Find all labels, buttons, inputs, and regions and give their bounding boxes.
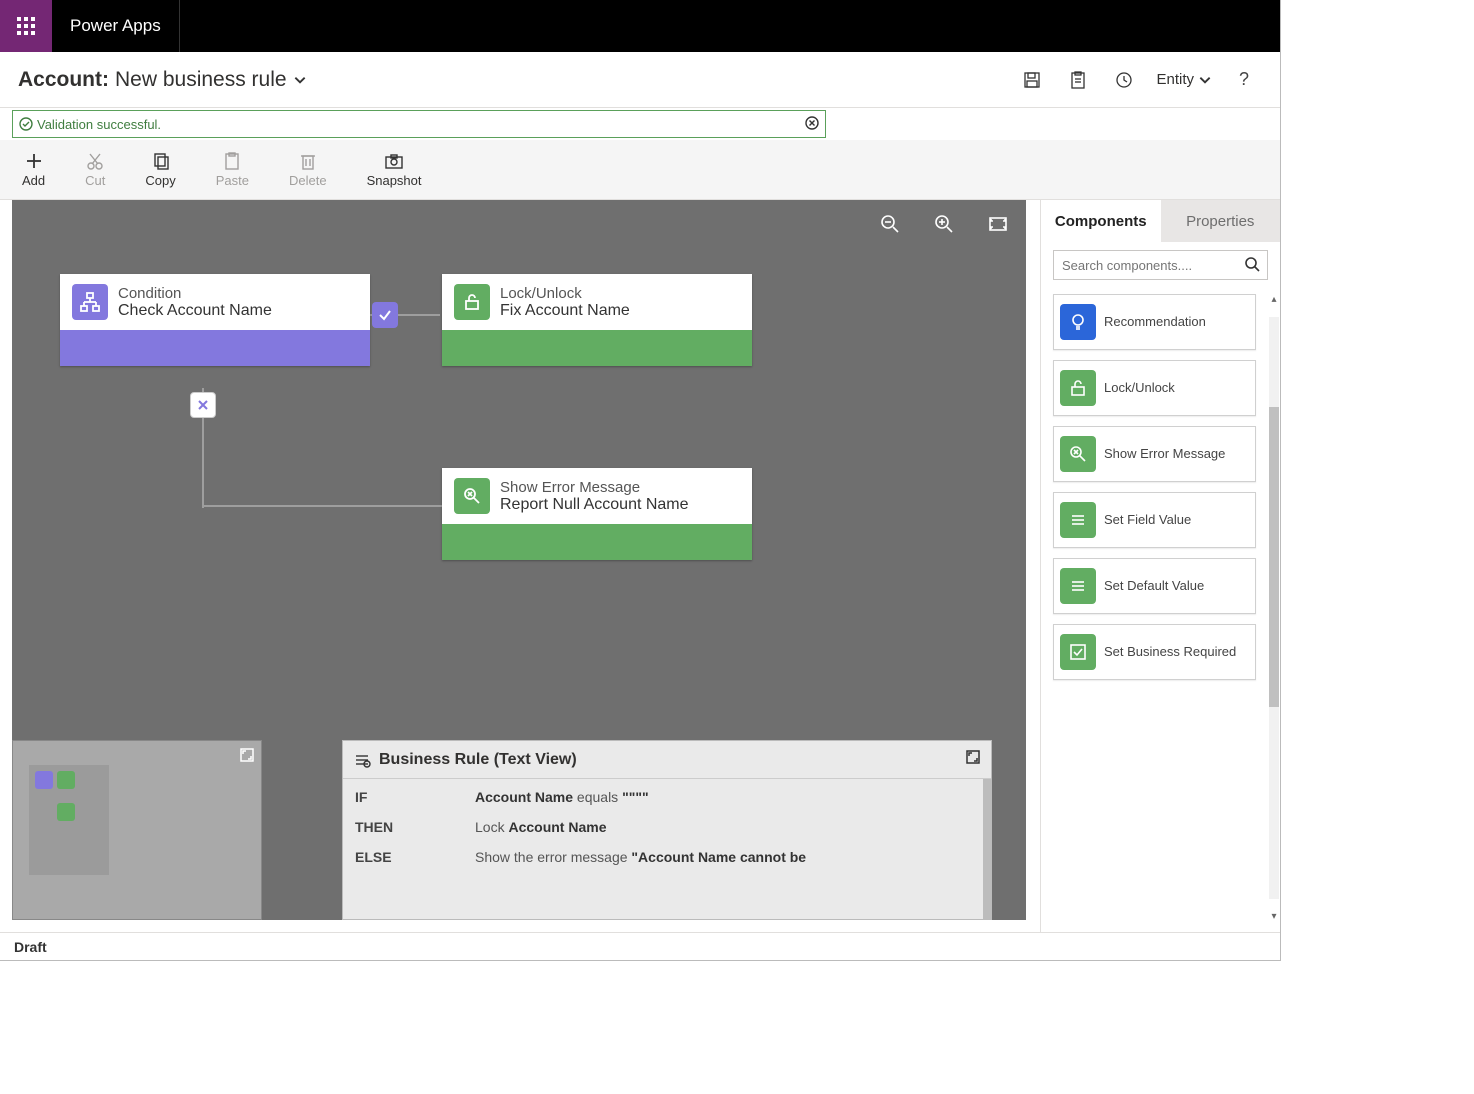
help-button[interactable]: ?: [1226, 62, 1262, 98]
cut-button: Cut: [85, 151, 105, 188]
clock-icon[interactable]: [1106, 62, 1142, 98]
node-drop-zone[interactable]: [60, 330, 370, 366]
app-title: Power Apps: [52, 0, 180, 52]
component-set-business-required[interactable]: Set Business Required: [1053, 624, 1256, 680]
edge-false-h: [202, 505, 442, 507]
delete-button: Delete: [289, 151, 327, 188]
minimap-expand-icon[interactable]: [239, 747, 255, 766]
node-type: Lock/Unlock: [500, 285, 630, 302]
node-type: Condition: [118, 285, 272, 302]
business-rule-text-view: Business Rule (Text View) IF Account Nam…: [342, 740, 992, 920]
textview-expand-icon[interactable]: [965, 749, 981, 770]
component-show-error[interactable]: Show Error Message: [1053, 426, 1256, 482]
status-bar: Draft: [0, 932, 1280, 960]
false-branch-icon: [190, 392, 216, 418]
validate-button[interactable]: [1060, 62, 1096, 98]
node-label: Report Null Account Name: [500, 496, 689, 514]
textview-scrollbar[interactable]: [983, 779, 991, 919]
component-lock-unlock[interactable]: Lock/Unlock: [1053, 360, 1256, 416]
fit-screen-icon[interactable]: [988, 214, 1008, 237]
kw-if: IF: [355, 789, 475, 805]
command-toolbar: Add Cut Copy Paste Delete Snapshot: [0, 140, 1280, 200]
true-branch-icon: [372, 302, 398, 328]
checkbox-icon: [1060, 634, 1096, 670]
if-clause: Account Name equals """": [475, 789, 649, 805]
tab-components[interactable]: Components: [1041, 200, 1161, 242]
scope-dropdown[interactable]: Entity: [1152, 71, 1216, 88]
search-icon[interactable]: [1244, 256, 1260, 275]
side-panel: Components Properties Recommendation Loc…: [1040, 200, 1280, 932]
scroll-down-icon[interactable]: ▾: [1271, 911, 1276, 922]
rule-title-dropdown[interactable]: Account: New business rule: [18, 68, 307, 92]
component-set-default-value[interactable]: Set Default Value: [1053, 558, 1256, 614]
scroll-up-icon[interactable]: ▴: [1271, 294, 1276, 305]
entity-prefix: Account:: [18, 68, 109, 92]
zoom-out-icon[interactable]: [880, 214, 900, 237]
component-recommendation[interactable]: Recommendation: [1053, 294, 1256, 350]
error-icon: [454, 478, 490, 514]
close-message-icon[interactable]: [805, 116, 819, 133]
validation-message: Validation successful.: [12, 110, 826, 138]
kw-else: ELSE: [355, 849, 475, 865]
list-icon: [1060, 502, 1096, 538]
node-error[interactable]: Show Error Message Report Null Account N…: [442, 468, 752, 560]
condition-icon: [72, 284, 108, 320]
kw-then: THEN: [355, 819, 475, 835]
copy-button[interactable]: Copy: [145, 151, 175, 188]
zoom-in-icon[interactable]: [934, 214, 954, 237]
scope-label: Entity: [1156, 71, 1194, 88]
chevron-down-icon: [293, 73, 307, 87]
else-clause: Show the error message "Account Name can…: [475, 849, 806, 865]
lightbulb-icon: [1060, 304, 1096, 340]
components-scrollbar[interactable]: ▴ ▾: [1268, 294, 1280, 926]
page-header: Account: New business rule Entity ?: [0, 52, 1280, 108]
designer-canvas[interactable]: Condition Check Account Name Lock/Unlock…: [12, 200, 1026, 920]
node-condition[interactable]: Condition Check Account Name: [60, 274, 370, 366]
save-button[interactable]: [1014, 62, 1050, 98]
add-button[interactable]: Add: [22, 151, 45, 188]
draft-status: Draft: [14, 939, 47, 955]
error-icon: [1060, 436, 1096, 472]
lock-icon: [454, 284, 490, 320]
search-components-input[interactable]: [1053, 250, 1268, 280]
component-set-field-value[interactable]: Set Field Value: [1053, 492, 1256, 548]
app-launcher-icon[interactable]: [0, 0, 52, 52]
rule-name: New business rule: [115, 68, 287, 92]
node-type: Show Error Message: [500, 479, 689, 496]
node-label: Fix Account Name: [500, 302, 630, 320]
message-text: Validation successful.: [37, 117, 161, 132]
global-header: Power Apps: [0, 0, 1280, 52]
node-drop-zone[interactable]: [442, 330, 752, 366]
tab-properties[interactable]: Properties: [1161, 200, 1281, 242]
minimap[interactable]: [12, 740, 262, 920]
list-icon: [353, 751, 371, 769]
snapshot-button[interactable]: Snapshot: [367, 151, 422, 188]
lock-icon: [1060, 370, 1096, 406]
then-clause: Lock Account Name: [475, 819, 607, 835]
chevron-down-icon: [1198, 73, 1212, 87]
node-drop-zone[interactable]: [442, 524, 752, 560]
node-label: Check Account Name: [118, 302, 272, 320]
node-lock[interactable]: Lock/Unlock Fix Account Name: [442, 274, 752, 366]
textview-title: Business Rule (Text View): [379, 751, 577, 769]
list-icon: [1060, 568, 1096, 604]
paste-button: Paste: [216, 151, 249, 188]
